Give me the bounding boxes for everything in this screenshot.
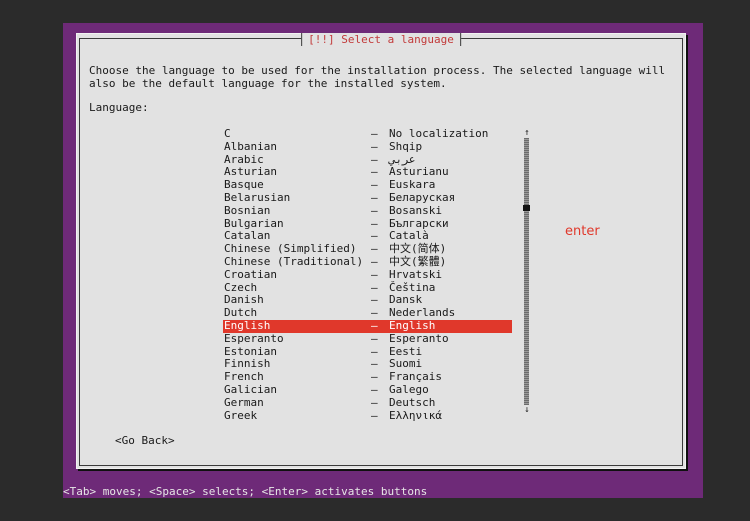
language-separator: – bbox=[371, 331, 378, 345]
language-option[interactable]: Galician – Galego bbox=[223, 382, 512, 397]
language-separator: – bbox=[371, 395, 378, 409]
language-option[interactable]: English – English bbox=[223, 318, 512, 333]
language-name: Croatian bbox=[224, 267, 277, 281]
language-option[interactable]: Croatian – Hrvatski bbox=[223, 267, 512, 282]
scroll-down-icon[interactable]: ↓ bbox=[523, 406, 531, 415]
language-native-name: English bbox=[389, 318, 436, 332]
language-name: Galician bbox=[224, 382, 277, 396]
language-option[interactable]: C – No localization bbox=[223, 127, 512, 141]
keyboard-hint-bar: <Tab> moves; <Space> selects; <Enter> ac… bbox=[63, 485, 428, 498]
language-option[interactable]: German – Deutsch bbox=[223, 395, 512, 410]
language-name: C bbox=[224, 127, 231, 140]
language-native-name: Беларуская bbox=[389, 190, 456, 204]
language-separator: – bbox=[371, 203, 378, 217]
language-native-name: No localization bbox=[389, 127, 489, 140]
language-native-name: Shqip bbox=[389, 139, 423, 153]
language-separator: – bbox=[371, 190, 378, 204]
language-name: Greek bbox=[224, 408, 258, 422]
language-option[interactable]: Danish – Dansk bbox=[223, 294, 512, 307]
language-native-name: Bosanski bbox=[389, 203, 442, 217]
language-option[interactable]: Albanian – Shqip bbox=[223, 139, 512, 154]
language-list-scrollbar[interactable]: ↑ ↓ bbox=[523, 129, 531, 415]
language-name: English bbox=[224, 318, 271, 332]
scrollbar-track[interactable] bbox=[524, 138, 529, 405]
language-option[interactable]: Greek – Ελληνικά bbox=[223, 408, 512, 423]
language-name: Bosnian bbox=[224, 203, 271, 217]
language-option[interactable]: Chinese (Traditional) – 中文(繁體) bbox=[223, 254, 512, 269]
language-name: German bbox=[224, 395, 264, 409]
language-native-name: Galego bbox=[389, 382, 429, 396]
language-option[interactable]: Finnish – Suomi bbox=[223, 358, 512, 371]
language-name: Belarusian bbox=[224, 190, 291, 204]
enter-annotation: enter bbox=[565, 224, 600, 239]
language-separator: – bbox=[371, 267, 378, 281]
go-back-button[interactable]: <Go Back> bbox=[115, 435, 175, 447]
language-option[interactable]: Asturian – Asturianu bbox=[223, 166, 512, 179]
language-native-name: Ελληνικά bbox=[389, 408, 442, 422]
language-option[interactable]: Czech – Čeština bbox=[223, 281, 512, 295]
language-name: Chinese (Traditional) bbox=[224, 254, 364, 268]
language-native-name: Esperanto bbox=[389, 331, 449, 345]
language-field-label: Language: bbox=[89, 101, 149, 114]
language-separator: – bbox=[371, 318, 378, 332]
language-native-name: Deutsch bbox=[389, 395, 436, 409]
language-separator: – bbox=[371, 408, 378, 422]
language-list[interactable]: C – No localization Albanian – Shqip Arabic – عر… bbox=[223, 127, 512, 423]
language-separator: – bbox=[371, 254, 378, 268]
language-option[interactable]: Belarusian – Беларуская bbox=[223, 190, 512, 205]
language-separator: – bbox=[371, 139, 378, 153]
language-native-name: Hrvatski bbox=[389, 267, 442, 281]
language-name: Esperanto bbox=[224, 331, 284, 345]
select-language-dialog: [!!] Select a language Choose the langua… bbox=[76, 33, 686, 469]
language-option[interactable]: Bosnian – Bosanski bbox=[223, 203, 512, 218]
language-separator: – bbox=[371, 382, 378, 396]
scrollbar-thumb[interactable] bbox=[523, 205, 530, 211]
scroll-up-icon[interactable]: ↑ bbox=[523, 129, 531, 138]
language-native-name: 中文(繁體) bbox=[389, 254, 447, 268]
dialog-title: [!!] Select a language bbox=[301, 33, 461, 46]
installer-screen: [!!] Select a language Choose the langua… bbox=[63, 23, 703, 498]
dialog-prompt: Choose the language to be used for the i… bbox=[89, 64, 666, 90]
language-option[interactable]: Esperanto – Esperanto bbox=[223, 331, 512, 346]
language-name: Albanian bbox=[224, 139, 277, 153]
language-separator: – bbox=[371, 127, 378, 140]
